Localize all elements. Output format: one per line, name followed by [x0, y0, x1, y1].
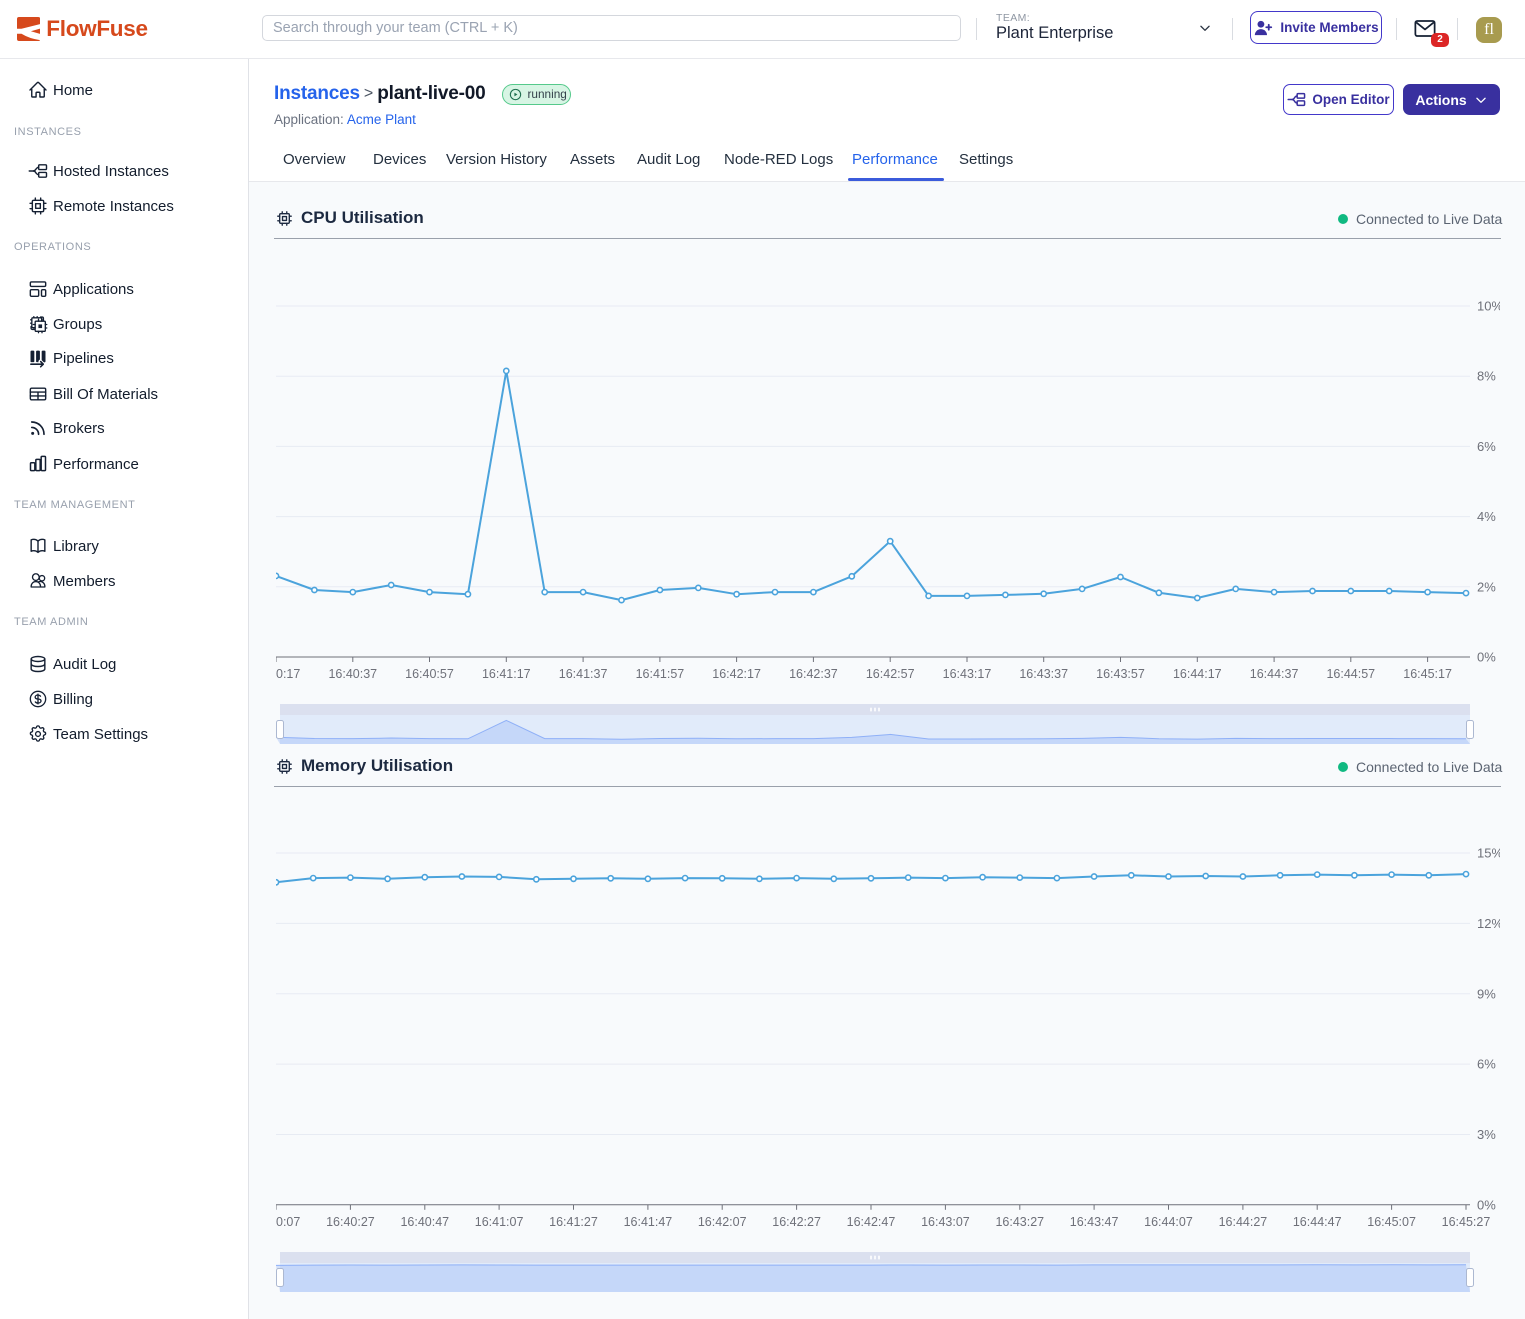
- svg-text:16:40:17: 16:40:17: [276, 667, 300, 681]
- svg-text:16:42:57: 16:42:57: [866, 667, 915, 681]
- svg-text:16:44:37: 16:44:37: [1250, 667, 1299, 681]
- svg-text:16:41:07: 16:41:07: [475, 1215, 524, 1229]
- svg-text:16:41:37: 16:41:37: [559, 667, 608, 681]
- svg-text:16:45:27: 16:45:27: [1442, 1215, 1491, 1229]
- svg-text:16:40:57: 16:40:57: [405, 667, 454, 681]
- svg-text:0%: 0%: [1477, 650, 1496, 665]
- svg-text:0%: 0%: [1477, 1197, 1496, 1212]
- svg-text:2%: 2%: [1477, 579, 1496, 594]
- svg-text:16:42:47: 16:42:47: [847, 1215, 896, 1229]
- svg-text:16:44:27: 16:44:27: [1219, 1215, 1268, 1229]
- svg-text:16:43:17: 16:43:17: [943, 667, 992, 681]
- svg-text:8%: 8%: [1477, 369, 1496, 384]
- svg-text:16:45:07: 16:45:07: [1367, 1215, 1416, 1229]
- svg-text:16:44:47: 16:44:47: [1293, 1215, 1342, 1229]
- svg-text:15%: 15%: [1477, 846, 1500, 861]
- svg-text:16:43:37: 16:43:37: [1019, 667, 1068, 681]
- svg-text:16:42:17: 16:42:17: [712, 667, 761, 681]
- svg-text:16:41:47: 16:41:47: [624, 1215, 673, 1229]
- svg-text:6%: 6%: [1477, 439, 1496, 454]
- svg-text:16:41:17: 16:41:17: [482, 667, 531, 681]
- svg-text:16:41:27: 16:41:27: [549, 1215, 598, 1229]
- svg-text:16:43:57: 16:43:57: [1096, 667, 1145, 681]
- svg-text:16:40:27: 16:40:27: [326, 1215, 375, 1229]
- svg-text:16:41:57: 16:41:57: [636, 667, 685, 681]
- svg-text:16:43:47: 16:43:47: [1070, 1215, 1119, 1229]
- svg-text:16:43:27: 16:43:27: [995, 1215, 1044, 1229]
- svg-text:16:42:27: 16:42:27: [772, 1215, 821, 1229]
- svg-text:3%: 3%: [1477, 1127, 1496, 1142]
- svg-text:16:44:17: 16:44:17: [1173, 667, 1222, 681]
- svg-text:16:43:07: 16:43:07: [921, 1215, 970, 1229]
- svg-text:16:42:07: 16:42:07: [698, 1215, 747, 1229]
- svg-text:16:40:07: 16:40:07: [276, 1215, 300, 1229]
- svg-text:16:42:37: 16:42:37: [789, 667, 838, 681]
- svg-text:6%: 6%: [1477, 1057, 1496, 1072]
- svg-text:16:45:17: 16:45:17: [1403, 667, 1452, 681]
- svg-text:16:40:47: 16:40:47: [400, 1215, 449, 1229]
- svg-text:16:40:37: 16:40:37: [328, 667, 377, 681]
- svg-text:10%: 10%: [1477, 299, 1500, 314]
- svg-text:16:44:07: 16:44:07: [1144, 1215, 1193, 1229]
- svg-text:12%: 12%: [1477, 916, 1500, 931]
- svg-text:4%: 4%: [1477, 509, 1496, 524]
- svg-text:16:44:57: 16:44:57: [1326, 667, 1375, 681]
- svg-text:9%: 9%: [1477, 986, 1496, 1001]
